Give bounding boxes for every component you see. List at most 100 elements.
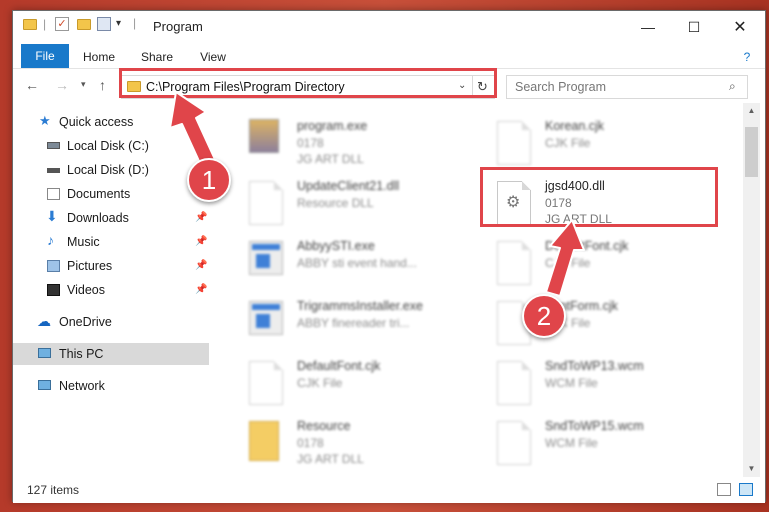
tab-home[interactable]: Home — [77, 47, 121, 67]
drive-icon — [47, 142, 60, 149]
file-detail: 0178 — [297, 436, 324, 450]
separator-icon: | — [133, 16, 137, 30]
file-name: jgsd400.dll — [545, 179, 605, 193]
nav-label: OneDrive — [59, 315, 112, 329]
film-icon — [47, 284, 60, 296]
pin-icon[interactable]: 📌 — [195, 255, 207, 277]
file-detail: ABBY sti event hand... — [297, 256, 417, 270]
generic-file-icon — [497, 241, 531, 285]
item-count: 127 items — [27, 483, 80, 497]
file-item[interactable]: DefaultFont.cjk CJK File — [497, 237, 737, 293]
close-button[interactable]: ✕ — [717, 11, 763, 43]
address-bar[interactable]: C:\Program Files\Program Directory ⌄ ↻ — [121, 75, 495, 99]
explorer-window: | ✓ ▾ | Program — ☐ ✕ File Home Share Vi… — [12, 10, 766, 503]
folder-icon — [23, 19, 37, 30]
file-detail: JG ART DLL — [297, 152, 364, 166]
nav-label: Network — [59, 379, 105, 393]
file-item[interactable]: Korean.cjk CJK File — [497, 117, 737, 173]
scroll-down-icon[interactable]: ▼ — [743, 461, 760, 477]
file-name: DefaultFont.cjk — [545, 239, 629, 253]
file-item[interactable]: SndToWP13.wcm WCM File — [497, 357, 737, 413]
search-input[interactable]: Search Program — [515, 80, 606, 94]
navigation-pane: ★ Quick access Local Disk (C:) 📌 Local D… — [13, 103, 209, 477]
file-item-jgsd400[interactable]: ⚙ jgsd400.dll 0178 JG ART DLL — [497, 177, 737, 233]
drive-icon — [47, 168, 60, 173]
nav-label: Documents — [67, 187, 131, 201]
tab-share[interactable]: Share — [135, 47, 179, 67]
file-detail: CJK File — [545, 256, 591, 270]
new-folder-icon[interactable] — [77, 19, 91, 30]
network-icon — [38, 380, 51, 390]
nav-label: Pictures — [67, 259, 113, 273]
file-item[interactable]: Resource 0178 JG ART DLL — [249, 417, 489, 473]
file-name: DefaultFont.cjk — [297, 359, 381, 373]
separator-icon: | — [43, 17, 47, 31]
dll-gear-file-icon: ⚙ — [497, 181, 531, 225]
nav-videos[interactable]: Videos 📌 — [13, 279, 209, 301]
tab-file[interactable]: File — [21, 44, 69, 68]
nav-documents[interactable]: Documents 📌 — [13, 183, 209, 205]
tiles-view-icon[interactable] — [739, 483, 753, 496]
nav-label: Local Disk (D:) — [67, 163, 149, 177]
help-icon[interactable]: ? — [737, 47, 757, 67]
file-item[interactable]: UpdateClient21.dll Resource DLL — [249, 177, 489, 233]
generic-file-icon — [497, 121, 531, 165]
recent-chevron-icon[interactable]: ▾ — [81, 79, 86, 90]
address-divider — [472, 76, 473, 98]
nav-this-pc[interactable]: This PC — [13, 343, 209, 365]
file-detail: ABBY finereader tri... — [297, 316, 410, 330]
customize-icon[interactable] — [97, 17, 111, 31]
address-dropdown-icon[interactable]: ⌄ — [458, 80, 466, 91]
nav-pictures[interactable]: Pictures 📌 — [13, 255, 209, 277]
file-item[interactable]: DefaultFont.cjk CJK File — [249, 357, 489, 413]
pin-icon[interactable]: 📌 — [195, 135, 207, 157]
pin-icon[interactable]: 📌 — [195, 207, 207, 229]
download-arrow-icon: ⬇ — [46, 208, 58, 224]
properties-icon[interactable]: ✓ — [55, 17, 69, 31]
generic-file-icon — [497, 421, 531, 465]
pin-icon[interactable]: 📌 — [195, 231, 207, 253]
nav-onedrive[interactable]: ☁ OneDrive — [13, 311, 209, 333]
details-view-icon[interactable] — [717, 483, 731, 496]
folder-icon — [249, 421, 279, 461]
file-detail: JG ART DLL — [297, 452, 364, 466]
file-item[interactable]: AbbyySTI.exe ABBY sti event hand... — [249, 237, 489, 293]
file-item[interactable]: TrigrammsInstaller.exe ABBY finereader t… — [249, 297, 489, 353]
refresh-icon[interactable]: ↻ — [477, 79, 488, 95]
computer-icon — [38, 348, 51, 358]
file-detail: JG ART DLL — [545, 212, 612, 226]
status-bar: 127 items — [13, 477, 765, 503]
file-name: Resource — [297, 419, 351, 433]
up-arrow-icon[interactable]: ↑ — [99, 77, 106, 93]
vertical-scrollbar[interactable]: ▲ ▼ — [743, 103, 760, 477]
scroll-up-icon[interactable]: ▲ — [743, 103, 760, 119]
file-detail: CJK File — [545, 136, 591, 150]
file-detail: 0178 — [545, 196, 572, 210]
address-row: ← → ▾ ↑ C:\Program Files\Program Directo… — [13, 69, 765, 103]
window-title: Program — [153, 19, 203, 34]
nav-downloads[interactable]: ⬇ Downloads 📌 — [13, 207, 209, 229]
chevron-down-icon[interactable]: ▾ — [116, 18, 121, 29]
file-name: UpdateClient21.dll — [297, 179, 400, 193]
search-box[interactable]: Search Program ⌕ — [506, 75, 748, 99]
nav-quick-access[interactable]: ★ Quick access — [13, 111, 209, 133]
back-arrow-icon[interactable]: ← — [25, 77, 39, 93]
pin-icon[interactable]: 📌 — [195, 279, 207, 301]
file-item[interactable]: SndToWP15.wcm WCM File — [497, 417, 737, 473]
nav-local-disk-c[interactable]: Local Disk (C:) 📌 — [13, 135, 209, 157]
file-detail: Resource DLL — [297, 196, 374, 210]
nav-local-disk-d[interactable]: Local Disk (D:) 📌 — [13, 159, 209, 181]
file-detail: 0178 — [297, 136, 324, 150]
nav-label: Music — [67, 235, 100, 249]
nav-music[interactable]: ♪ Music 📌 — [13, 231, 209, 253]
maximize-button[interactable]: ☐ — [671, 11, 717, 43]
nav-label: Downloads — [67, 211, 129, 225]
search-icon[interactable]: ⌕ — [729, 79, 736, 94]
tab-view[interactable]: View — [191, 47, 235, 67]
forward-arrow-icon[interactable]: → — [55, 77, 69, 93]
nav-network[interactable]: Network — [13, 375, 209, 397]
minimize-button[interactable]: — — [625, 11, 671, 43]
scroll-thumb[interactable] — [745, 127, 758, 177]
file-name: Korean.cjk — [545, 119, 605, 133]
file-item[interactable]: program.exe 0178 JG ART DLL — [249, 117, 489, 173]
